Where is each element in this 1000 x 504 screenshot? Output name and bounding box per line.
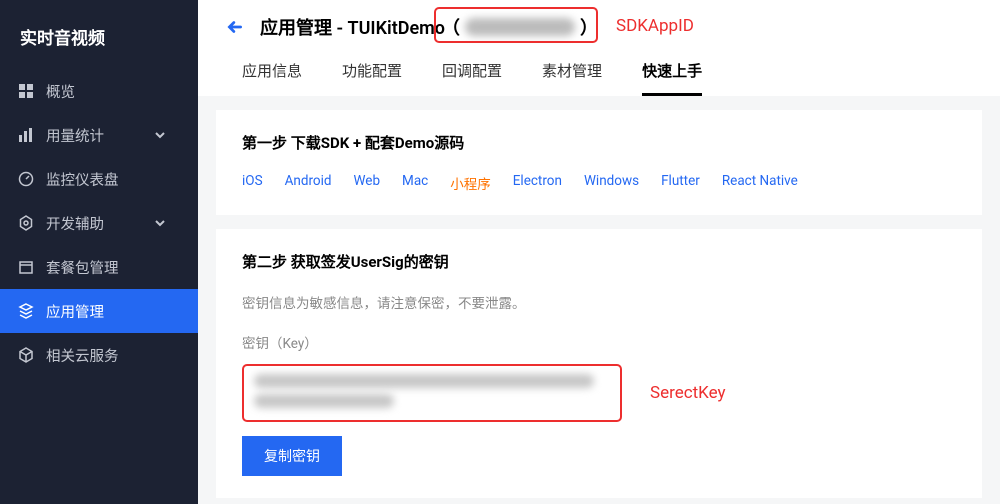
tabs: 应用信息 功能配置 回调配置 素材管理 快速上手 — [226, 60, 1000, 96]
package-icon — [18, 259, 34, 275]
cube-icon — [18, 347, 34, 363]
appid-blurred — [465, 18, 575, 36]
platform-windows[interactable]: Windows — [584, 173, 639, 193]
sidebar-item-label: 概览 — [46, 81, 75, 102]
sidebar-item-monitor-dashboard[interactable]: 监控仪表盘 — [0, 157, 198, 201]
paren-close: ） — [580, 14, 598, 40]
secret-key-annotation: SerectKey — [650, 383, 726, 403]
content-area: 第一步 下载SDK + 配套Demo源码 iOS Android Web Mac… — [198, 96, 1000, 504]
platform-mac[interactable]: Mac — [402, 173, 428, 193]
sdk-appid-annotation: SDKAppID — [616, 16, 694, 36]
gauge-icon — [18, 171, 34, 187]
layers-icon — [18, 303, 34, 319]
platform-electron[interactable]: Electron — [513, 173, 562, 193]
chevron-down-icon — [152, 215, 168, 231]
step1-title: 第一步 下载SDK + 配套Demo源码 — [242, 132, 956, 153]
sidebar-title: 实时音视频 — [0, 0, 198, 69]
sidebar-item-package-management[interactable]: 套餐包管理 — [0, 245, 198, 289]
sidebar-item-usage-stats[interactable]: 用量统计 — [0, 113, 198, 157]
platform-links: iOS Android Web Mac 小程序 Electron Windows… — [242, 173, 956, 193]
paren-open: （ — [442, 14, 460, 40]
sidebar-item-label: 相关云服务 — [46, 345, 119, 366]
gear-icon — [18, 215, 34, 231]
sidebar-item-label: 套餐包管理 — [46, 257, 119, 278]
step1-card: 第一步 下载SDK + 配套Demo源码 iOS Android Web Mac… — [216, 110, 982, 215]
title-row: 应用管理 - TUIKitDemo （ ） SDKAppID — [226, 14, 1000, 40]
key-label: 密钥（Key） — [242, 332, 956, 352]
key-blurred-line — [254, 394, 394, 408]
page-title: 应用管理 - TUIKitDemo — [260, 14, 445, 40]
step2-title: 第二步 获取签发UserSig的密钥 — [242, 251, 956, 272]
tab-app-info[interactable]: 应用信息 — [242, 60, 302, 96]
platform-miniprogram[interactable]: 小程序 — [450, 173, 491, 193]
topbar: 应用管理 - TUIKitDemo （ ） SDKAppID 应用信息 功能配置… — [198, 0, 1000, 96]
sidebar-item-app-management[interactable]: 应用管理 — [0, 289, 198, 333]
platform-android[interactable]: Android — [285, 173, 332, 193]
sidebar-item-label: 应用管理 — [46, 301, 104, 322]
sidebar-item-label: 开发辅助 — [46, 213, 104, 234]
platform-flutter[interactable]: Flutter — [661, 173, 700, 193]
platform-ios[interactable]: iOS — [242, 173, 263, 193]
sidebar-item-related-services[interactable]: 相关云服务 — [0, 333, 198, 377]
sidebar-item-dev-assist[interactable]: 开发辅助 — [0, 201, 198, 245]
grid-icon — [18, 83, 34, 99]
key-blurred-line — [254, 374, 594, 388]
platform-web[interactable]: Web — [354, 173, 381, 193]
copy-key-button[interactable]: 复制密钥 — [242, 436, 342, 476]
tab-quick-start[interactable]: 快速上手 — [642, 60, 702, 96]
sidebar: 实时音视频 概览 用量统计 监控仪表盘 开发辅助 套餐包管 — [0, 0, 198, 504]
main-content: 应用管理 - TUIKitDemo （ ） SDKAppID 应用信息 功能配置… — [198, 0, 1000, 504]
tab-material-management[interactable]: 素材管理 — [542, 60, 602, 96]
sidebar-item-label: 用量统计 — [46, 125, 104, 146]
platform-react-native[interactable]: React Native — [722, 173, 798, 193]
sidebar-item-overview[interactable]: 概览 — [0, 69, 198, 113]
chevron-down-icon — [152, 127, 168, 143]
key-row: SerectKey — [242, 364, 956, 422]
back-arrow-icon[interactable] — [226, 18, 244, 36]
key-note: 密钥信息为敏感信息，请注意保密，不要泄露。 — [242, 292, 956, 312]
tab-callback-config[interactable]: 回调配置 — [442, 60, 502, 96]
tab-feature-config[interactable]: 功能配置 — [342, 60, 402, 96]
bar-chart-icon — [18, 127, 34, 143]
secret-key-box — [242, 364, 622, 422]
appid-container: （ ） — [442, 14, 598, 40]
sidebar-item-label: 监控仪表盘 — [46, 169, 119, 190]
step2-card: 第二步 获取签发UserSig的密钥 密钥信息为敏感信息，请注意保密，不要泄露。… — [216, 229, 982, 498]
